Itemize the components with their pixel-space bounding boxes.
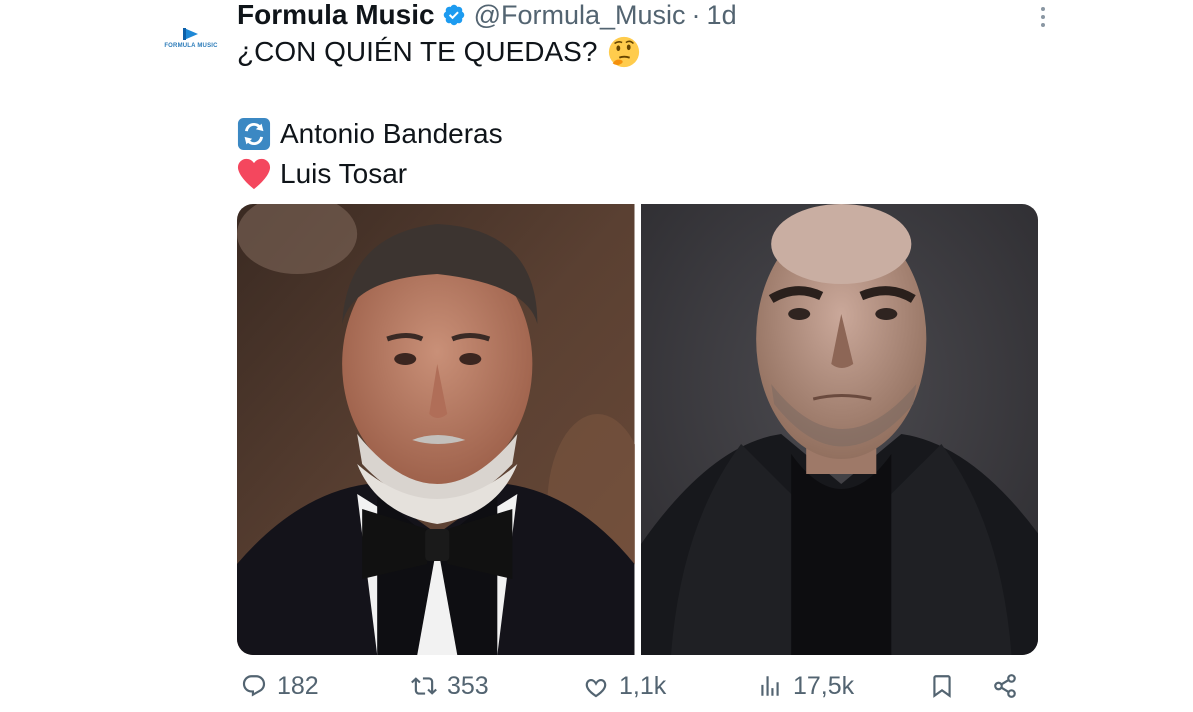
retweet-count: 353 — [447, 671, 489, 700]
tweet[interactable]: FORMULA MUSIC Formula Music @Formula_Mus… — [0, 0, 1193, 712]
analytics-icon — [761, 676, 779, 696]
share-icon — [994, 674, 1016, 698]
option-luis-tosar: Luis Tosar — [280, 158, 408, 189]
user-handle[interactable]: @Formula_Music — [474, 0, 686, 31]
formula-music-logo-icon — [182, 27, 200, 41]
display-name[interactable]: Formula Music — [237, 0, 435, 31]
tweet-question: ¿CON QUIÉN TE QUEDAS? — [237, 36, 598, 67]
verified-badge-icon[interactable] — [442, 3, 466, 27]
luis-tosar-photo[interactable] — [640, 204, 1038, 655]
retweet-button[interactable]: 353 — [411, 672, 489, 701]
tweet-media[interactable] — [237, 204, 1038, 655]
views-count: 17,5k — [793, 671, 855, 700]
timestamp[interactable]: 1d — [707, 0, 737, 31]
reply-button[interactable]: 182 — [241, 672, 319, 701]
bookmark-icon — [933, 675, 951, 698]
like-button[interactable]: 1,1k — [583, 672, 666, 701]
tweet-text-line-2: Antonio Banderas — [237, 114, 503, 154]
reply-count: 182 — [277, 671, 319, 700]
tweet-text-line-1: ¿CON QUIÉN TE QUEDAS? — [237, 32, 641, 72]
tweet-header: Formula Music @Formula_Music · 1d — [237, 0, 737, 30]
option-antonio-banderas: Antonio Banderas — [280, 118, 503, 149]
like-count: 1,1k — [619, 671, 667, 700]
repeat-button-icon — [237, 117, 271, 151]
antonio-banderas-photo[interactable] — [237, 204, 635, 655]
avatar[interactable]: FORMULA MUSIC — [163, 10, 219, 66]
bookmark-button[interactable] — [929, 673, 955, 699]
reply-icon — [242, 675, 266, 697]
red-heart-icon — [237, 157, 271, 191]
views-button[interactable]: 17,5k — [757, 672, 854, 701]
thinking-face-icon — [607, 35, 641, 69]
heart-icon — [585, 678, 607, 698]
more-options-icon[interactable] — [1033, 4, 1053, 30]
tweet-text-line-3: Luis Tosar — [237, 154, 407, 194]
retweet-icon — [411, 677, 437, 695]
share-button[interactable] — [992, 673, 1018, 699]
avatar-label: FORMULA MUSIC — [164, 43, 218, 49]
tweet-actions: 182 353 1,1k 17,5k — [237, 664, 1037, 708]
separator-dot: · — [691, 0, 701, 30]
